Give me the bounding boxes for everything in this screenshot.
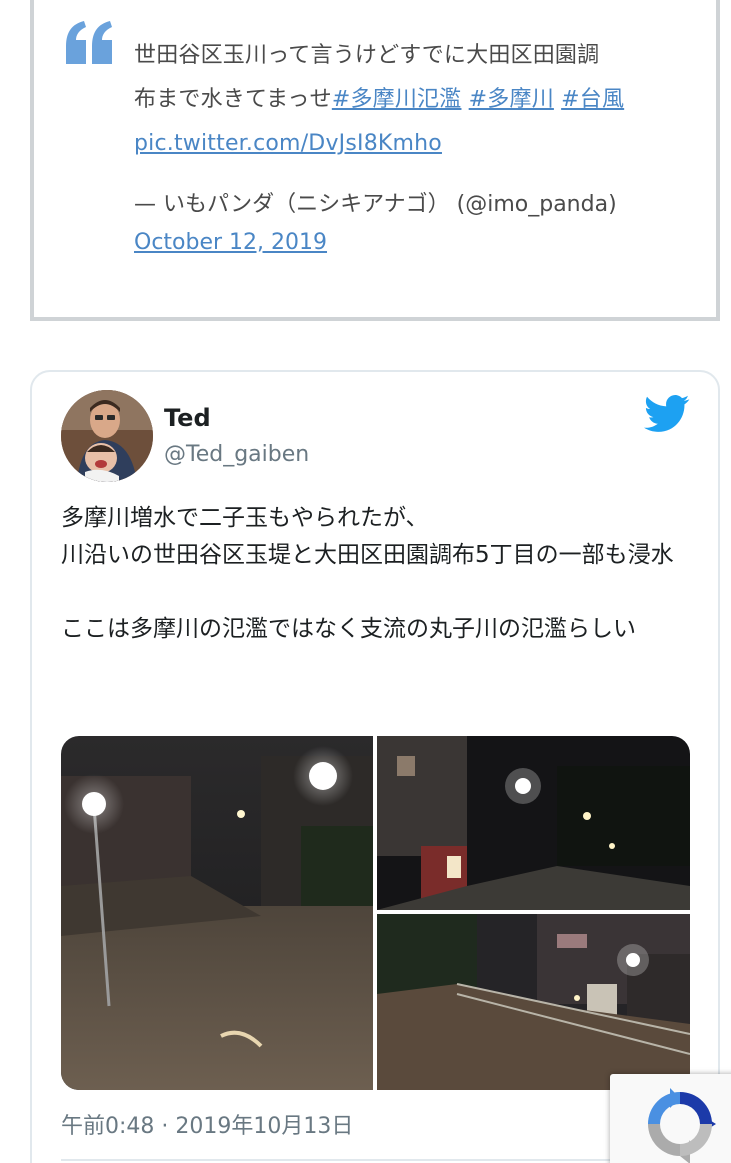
tweet-card[interactable]: Ted @Ted_gaiben 多摩川増水で二子玉もやられたが、 川沿いの世田谷… xyxy=(30,370,720,1163)
tweet-photo[interactable] xyxy=(61,736,373,1090)
tweet-timestamp[interactable]: 午前0:48 · 2019年10月13日 xyxy=(61,1108,353,1140)
recaptcha-icon xyxy=(648,1088,716,1163)
quote-date-link[interactable]: October 12, 2019 xyxy=(134,230,327,255)
divider xyxy=(61,1159,691,1161)
hashtag-link[interactable]: #多摩川氾濫 xyxy=(332,87,462,112)
tweet-photo[interactable] xyxy=(377,736,690,910)
quote-text-line: 世田谷区玉川って言うけどすでに大田区田園調 xyxy=(134,43,600,68)
page: 世田谷区玉川って言うけどすでに大田区田園調 布まで水きてまっせ#多摩川氾濫 #多… xyxy=(0,0,731,1163)
tweet-photo[interactable] xyxy=(377,914,690,1090)
avatar[interactable] xyxy=(61,390,153,482)
quote-author: — いもパンダ（ニシキアナゴ） (@imo_panda) xyxy=(134,192,617,217)
quote-mark-icon xyxy=(66,21,112,64)
recaptcha-badge[interactable] xyxy=(610,1074,731,1163)
twitter-bird-icon[interactable] xyxy=(644,394,690,434)
display-name[interactable]: Ted xyxy=(164,404,211,432)
pic-twitter-link[interactable]: pic.twitter.com/DvJsI8Kmho xyxy=(134,131,442,156)
user-handle[interactable]: @Ted_gaiben xyxy=(164,442,309,467)
quote-text-line: 布まで水きてまっせ xyxy=(134,87,332,112)
tweet-text: 多摩川増水で二子玉もやられたが、 川沿いの世田谷区玉堤と大田区田園調布5丁目の一… xyxy=(61,505,674,642)
media-grid xyxy=(61,736,690,1090)
hashtag-link[interactable]: #多摩川 xyxy=(469,87,554,112)
hashtag-link[interactable]: #台風 xyxy=(561,87,624,112)
quote-card: 世田谷区玉川って言うけどすでに大田区田園調 布まで水きてまっせ#多摩川氾濫 #多… xyxy=(30,0,720,321)
quote-text: 世田谷区玉川って言うけどすでに大田区田園調 布まで水きてまっせ#多摩川氾濫 #多… xyxy=(134,34,694,166)
